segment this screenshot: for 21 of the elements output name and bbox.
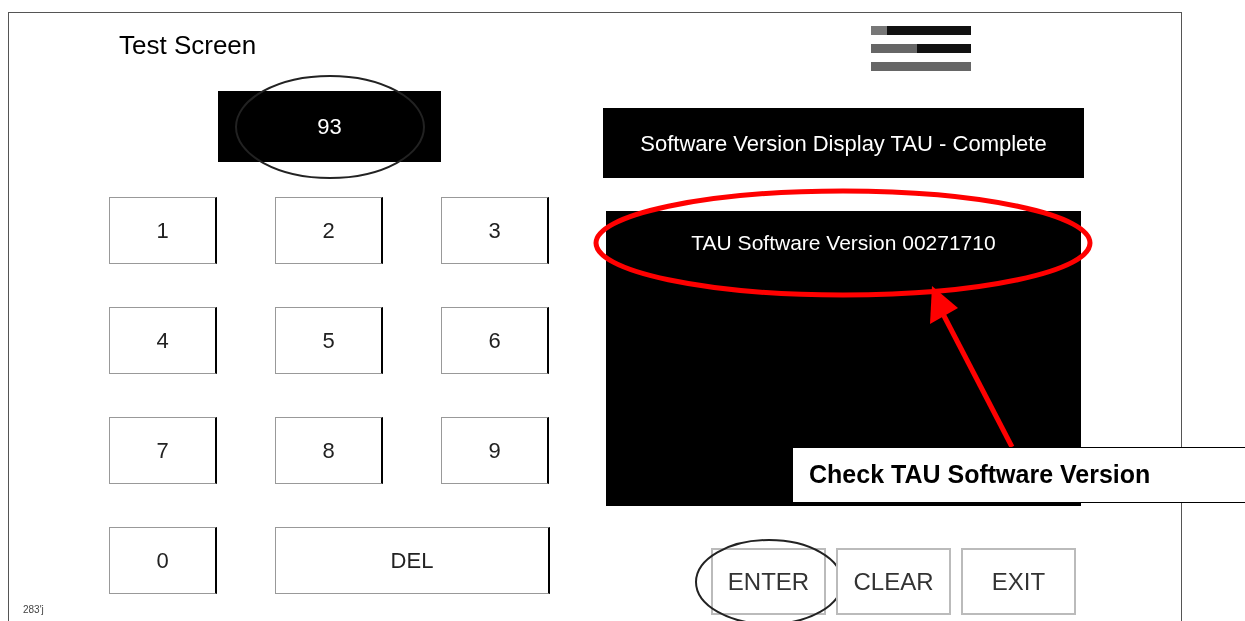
keypad-button[interactable]: 8 [275,417,383,484]
screen-title: Test Screen [119,29,258,61]
keypad-button[interactable]: 6 [441,307,549,374]
figure-id: 283'j [23,603,44,617]
keypad-button[interactable]: 1 [109,197,217,264]
keypad-button[interactable]: 0 [109,527,217,594]
keypad-button[interactable]: 7 [109,417,217,484]
version-text: TAU Software Version 00271710 [691,231,996,254]
status-banner: Software Version Display TAU - Complete [603,108,1084,178]
keypad-button[interactable]: 2 [275,197,383,264]
action-button[interactable]: EXIT [961,548,1076,615]
keypad-button[interactable]: 3 [441,197,549,264]
keypad-button[interactable]: 4 [109,307,217,374]
keypad-button[interactable]: DEL [275,527,550,594]
keypad-button[interactable]: 5 [275,307,383,374]
number-display: 93 [218,91,441,162]
menu-icon[interactable] [871,26,971,72]
action-button[interactable]: CLEAR [836,548,951,615]
callout-label: Check TAU Software Version [792,447,1245,503]
action-button[interactable]: ENTER [711,548,826,615]
keypad-button[interactable]: 9 [441,417,549,484]
